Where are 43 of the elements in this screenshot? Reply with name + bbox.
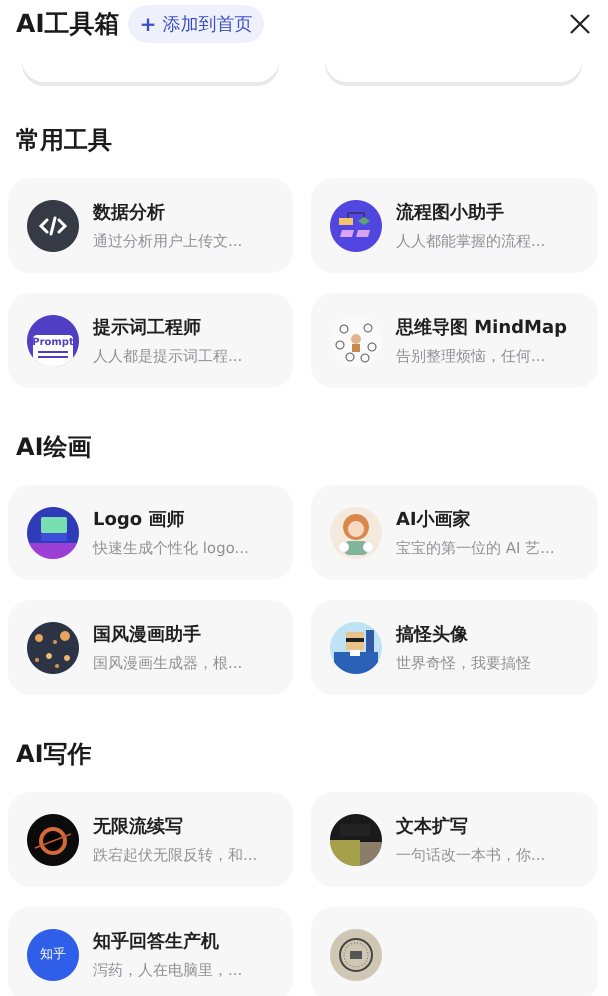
tool-description: 通过分析用户上传文... (93, 232, 242, 250)
zhihu-icon: 知乎 (27, 928, 79, 980)
prompt-icon: Prompt (27, 314, 79, 366)
tool-name: 文本扩写 (396, 816, 469, 838)
code-icon (27, 200, 79, 252)
tool-name: 提示词工程师 (93, 316, 202, 338)
tool-card[interactable]: 知乎 知乎回答生产机 泻药，人在电脑里，... (8, 907, 293, 996)
tool-description: 宝宝的第一位的 AI 艺... (396, 538, 555, 556)
tool-card[interactable]: 国风漫画助手 国风漫画生成器，根... (8, 600, 293, 695)
add-to-home-button[interactable]: + 添加到首页 (128, 5, 264, 43)
tool-card[interactable]: 思维导图 MindMap 告别整理烦恼，任何... (311, 293, 598, 388)
tool-card[interactable] (311, 907, 598, 996)
tool-description: 一句话改一本书，你... (396, 846, 546, 864)
tool-description: 泻药，人在电脑里，... (93, 960, 242, 978)
tool-name: 数据分析 (93, 202, 166, 224)
tool-name: 知乎回答生产机 (93, 930, 220, 952)
tool-name: AI小画家 (396, 508, 472, 530)
tool-card[interactable]: 无限流续写 跌宕起伏无限反转，和... (8, 792, 293, 887)
tool-description: 人人都是提示词工程... (93, 346, 242, 364)
tool-card[interactable]: Prompt 提示词工程师 人人都是提示词工程... (8, 293, 293, 388)
tool-card[interactable]: Logo 画师 快速生成个性化 logo... (8, 485, 293, 580)
tool-name: 流程图小助手 (396, 202, 505, 224)
tool-name: 国风漫画助手 (93, 624, 202, 646)
section-title: AI写作 (16, 739, 92, 770)
tool-name: 思维导图 MindMap (396, 316, 567, 338)
tool-card[interactable]: 流程图小助手 人人都能掌握的流程... (311, 178, 598, 273)
tool-name: 无限流续写 (93, 816, 184, 838)
tool-card[interactable]: AI小画家 宝宝的第一位的 AI 艺... (311, 485, 598, 580)
tool-description: 告别整理烦恼，任何... (396, 346, 546, 364)
tool-description: 人人都能掌握的流程... (396, 232, 546, 250)
section-title: 常用工具 (16, 125, 112, 156)
tool-card[interactable]: 数据分析 通过分析用户上传文... (8, 178, 293, 273)
tool-description: 跌宕起伏无限反转，和... (93, 846, 258, 864)
tool-name: Logo 画师 (93, 508, 186, 530)
tool-card[interactable]: 搞怪头像 世界奇怪，我要搞怪 (311, 600, 598, 695)
page-title: AI工具箱 (16, 8, 120, 40)
tool-description: 快速生成个性化 logo... (93, 538, 249, 556)
tool-description: 世界奇怪，我要搞怪 (396, 654, 531, 672)
tool-card[interactable]: 文本扩写 一句话改一本书，你... (311, 792, 598, 887)
tool-name: 搞怪头像 (396, 624, 469, 646)
flowchart-icon (330, 200, 382, 252)
section-title: AI绘画 (16, 432, 92, 463)
tool-description: 国风漫画生成器，根... (93, 654, 242, 672)
